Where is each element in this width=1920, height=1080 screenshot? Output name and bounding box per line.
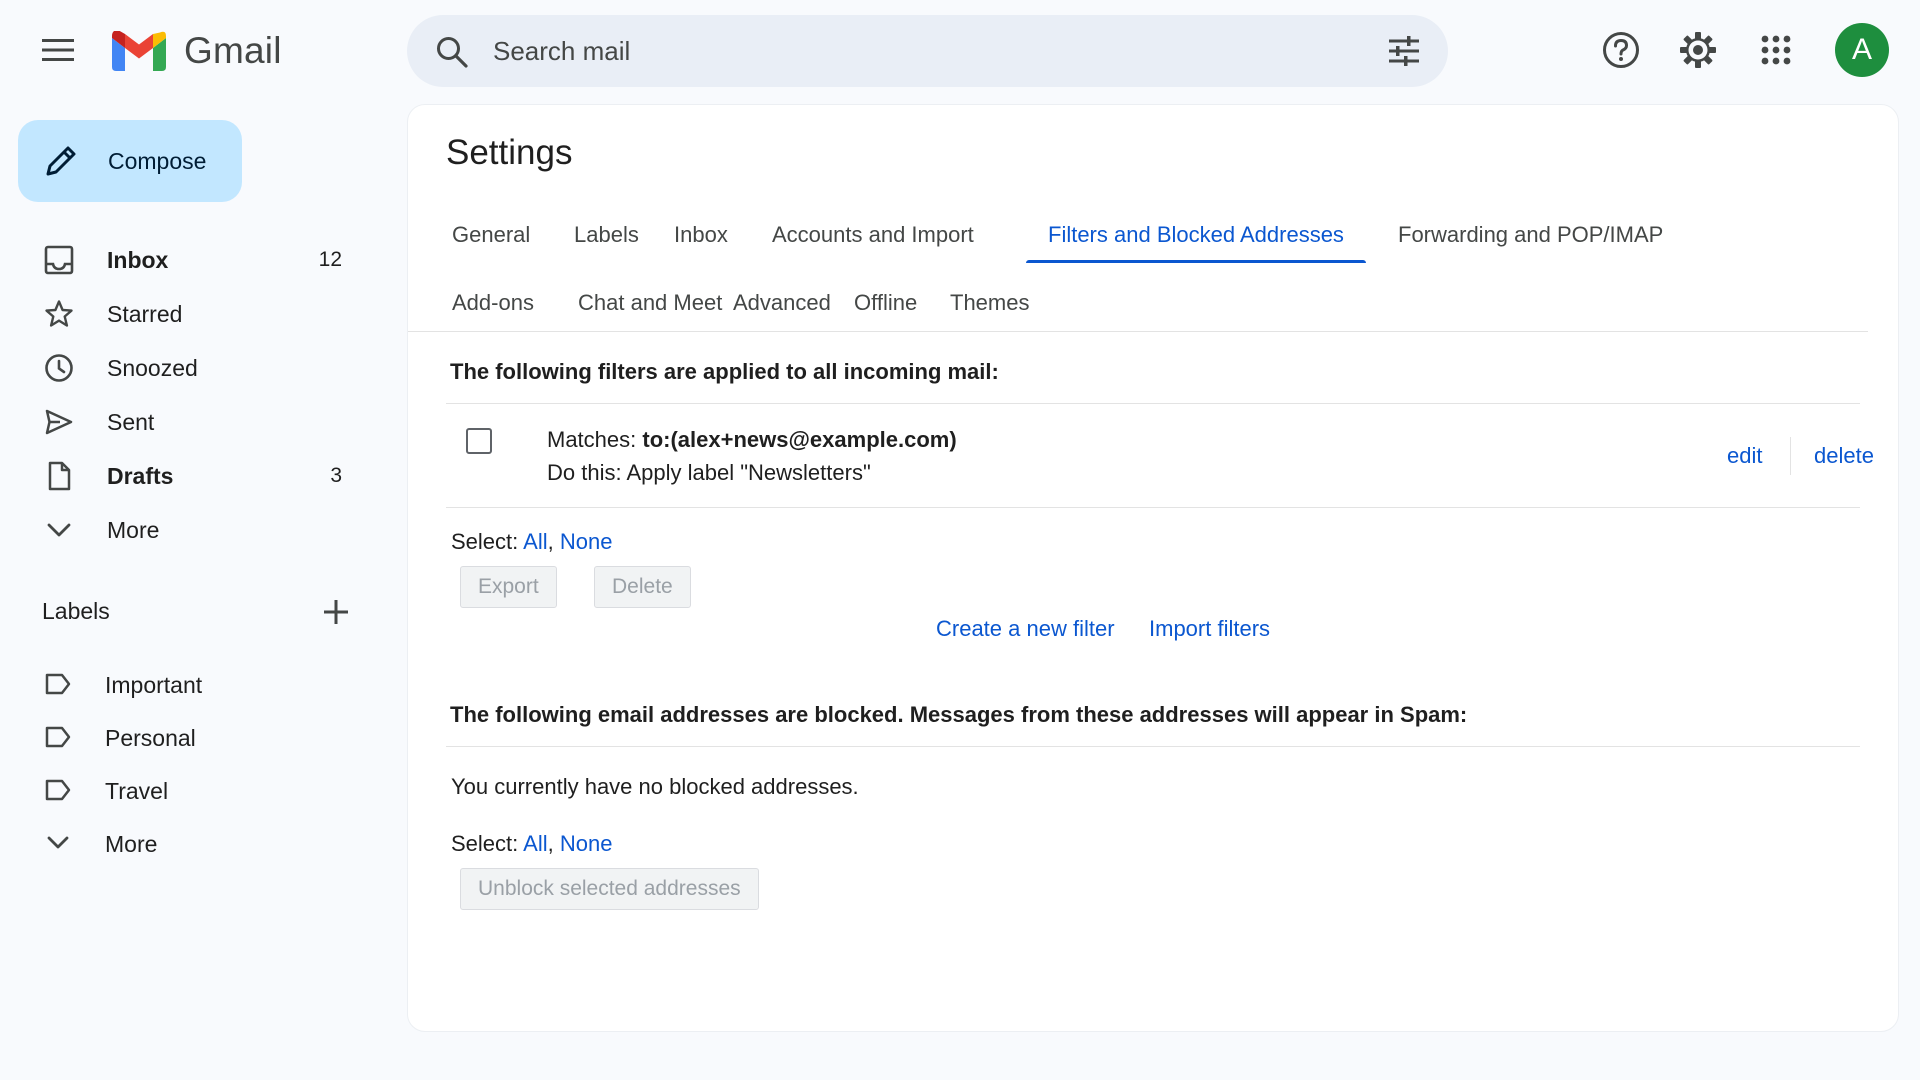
settings-button[interactable] <box>1674 26 1722 74</box>
select-no-filters-link[interactable]: None <box>560 529 613 554</box>
sidebar-label-travel[interactable]: Travel <box>0 766 380 816</box>
label-icon <box>45 779 71 801</box>
unread-count: 12 <box>318 248 342 271</box>
select-separator: , <box>547 529 560 554</box>
apps-grid-icon <box>1761 35 1791 65</box>
sidebar-item-label: Drafts <box>107 463 174 489</box>
sidebar-item-label: Inbox <box>107 247 169 273</box>
sidebar-label-important[interactable]: Important <box>0 660 380 710</box>
sidebar-item-label: More <box>107 517 160 543</box>
filter-delete-link[interactable]: delete <box>1814 443 1874 469</box>
search-bar <box>407 15 1448 87</box>
filter-description: Matches: to:(alex+news@example.com) Do t… <box>547 423 957 489</box>
page-title: Settings <box>446 133 573 172</box>
sidebar-item-label: Snoozed <box>107 355 198 381</box>
search-options-icon[interactable] <box>1387 34 1421 73</box>
sidebar-item-drafts[interactable]: Drafts 3 <box>0 449 380 503</box>
tabs-divider <box>408 331 1868 332</box>
tab-add-ons[interactable]: Add-ons <box>430 275 556 331</box>
draft-icon <box>48 461 71 491</box>
send-icon <box>45 409 73 435</box>
label-icon <box>45 673 71 695</box>
filter-edit-link[interactable]: edit <box>1727 443 1762 469</box>
section-divider <box>446 507 1860 508</box>
tab-offline[interactable]: Offline <box>832 275 939 331</box>
settings-panel: Settings General Labels Inbox Accounts a… <box>407 104 1899 1032</box>
sidebar-label-personal[interactable]: Personal <box>0 713 380 763</box>
gmail-app: Gmail Search mail A Compose Inbox 12 Sta… <box>0 0 1920 1080</box>
sidebar-item-more[interactable]: More <box>0 503 380 557</box>
hamburger-menu-icon <box>42 39 74 61</box>
top-bar: Gmail Search mail A <box>0 0 1920 100</box>
account-avatar[interactable]: A <box>1835 23 1889 77</box>
compose-label: Compose <box>108 148 207 174</box>
help-icon <box>1603 32 1639 68</box>
filter-matches-value: to:(alex+news@example.com) <box>642 427 957 452</box>
sidebar-label-text: More <box>105 831 158 857</box>
pencil-icon <box>42 142 80 185</box>
select-prefix: Select: <box>451 831 524 856</box>
help-button[interactable] <box>1597 26 1645 74</box>
tab-general[interactable]: General <box>430 207 552 263</box>
create-label-button[interactable] <box>318 594 354 630</box>
sidebar-item-starred[interactable]: Starred <box>0 287 380 341</box>
delete-filters-button[interactable]: Delete <box>594 566 691 608</box>
filter-checkbox[interactable] <box>466 428 492 454</box>
sidebar-labels-more[interactable]: More <box>0 819 380 869</box>
sidebar-item-label: Starred <box>107 301 183 327</box>
sidebar-item-sent[interactable]: Sent <box>0 395 380 449</box>
clock-icon <box>45 354 73 382</box>
inbox-icon <box>44 245 74 275</box>
tab-themes[interactable]: Themes <box>928 275 1051 331</box>
tab-accounts-and-import[interactable]: Accounts and Import <box>750 207 996 263</box>
blocked-select-line: Select: All, None <box>451 831 612 857</box>
unblock-selected-button[interactable]: Unblock selected addresses <box>460 868 759 910</box>
filters-select-line: Select: All, None <box>451 529 612 555</box>
search-icon[interactable] <box>435 35 469 74</box>
chevron-down-icon <box>47 523 71 537</box>
section-divider <box>446 403 1860 404</box>
chevron-down-icon <box>47 836 69 849</box>
filter-row: Matches: to:(alex+news@example.com) Do t… <box>446 405 1874 507</box>
select-prefix: Select: <box>451 529 524 554</box>
sidebar-item-inbox[interactable]: Inbox 12 <box>0 233 380 287</box>
compose-button[interactable]: Compose <box>18 120 242 202</box>
tab-labels[interactable]: Labels <box>552 207 661 263</box>
create-new-filter-link[interactable]: Create a new filter <box>936 616 1115 642</box>
no-blocked-message: You currently have no blocked addresses. <box>451 774 859 799</box>
link-separator <box>1790 437 1791 475</box>
select-all-filters-link[interactable]: All <box>523 529 547 554</box>
sidebar-item-label: Sent <box>107 409 155 435</box>
sidebar-item-snoozed[interactable]: Snoozed <box>0 341 380 395</box>
select-all-blocked-link[interactable]: All <box>523 831 547 856</box>
filters-heading: The following filters are applied to all… <box>450 359 999 384</box>
settings-gear-icon <box>1680 32 1716 68</box>
tab-filters-and-blocked-addresses[interactable]: Filters and Blocked Addresses <box>1026 207 1366 263</box>
sidebar-label-text: Travel <box>105 778 169 804</box>
filter-matches-line: Matches: to:(alex+news@example.com) <box>547 423 957 456</box>
draft-count: 3 <box>330 464 342 487</box>
label-icon <box>45 726 71 748</box>
section-divider <box>446 746 1860 747</box>
plus-icon <box>324 600 348 624</box>
import-filters-link[interactable]: Import filters <box>1149 616 1270 642</box>
star-icon <box>45 300 73 327</box>
export-filters-button[interactable]: Export <box>460 566 557 608</box>
google-apps-button[interactable] <box>1752 26 1800 74</box>
main-menu-button[interactable] <box>30 26 86 74</box>
tab-forwarding-and-pop-imap[interactable]: Forwarding and POP/IMAP <box>1376 207 1685 263</box>
search-input[interactable] <box>493 29 1333 73</box>
filter-action-line: Do this: Apply label "Newsletters" <box>547 460 871 485</box>
select-separator: , <box>547 831 560 856</box>
gmail-m-logo-icon <box>112 31 166 71</box>
gmail-wordmark: Gmail <box>184 30 282 71</box>
sidebar-label-text: Personal <box>105 725 196 751</box>
labels-heading: Labels <box>42 598 110 624</box>
sidebar-label-text: Important <box>105 672 203 698</box>
select-no-blocked-link[interactable]: None <box>560 831 613 856</box>
filter-matches-prefix: Matches: <box>547 427 643 452</box>
gmail-logo[interactable]: Gmail <box>112 28 282 74</box>
tab-inbox[interactable]: Inbox <box>652 207 750 263</box>
blocked-heading: The following email addresses are blocke… <box>450 702 1468 727</box>
